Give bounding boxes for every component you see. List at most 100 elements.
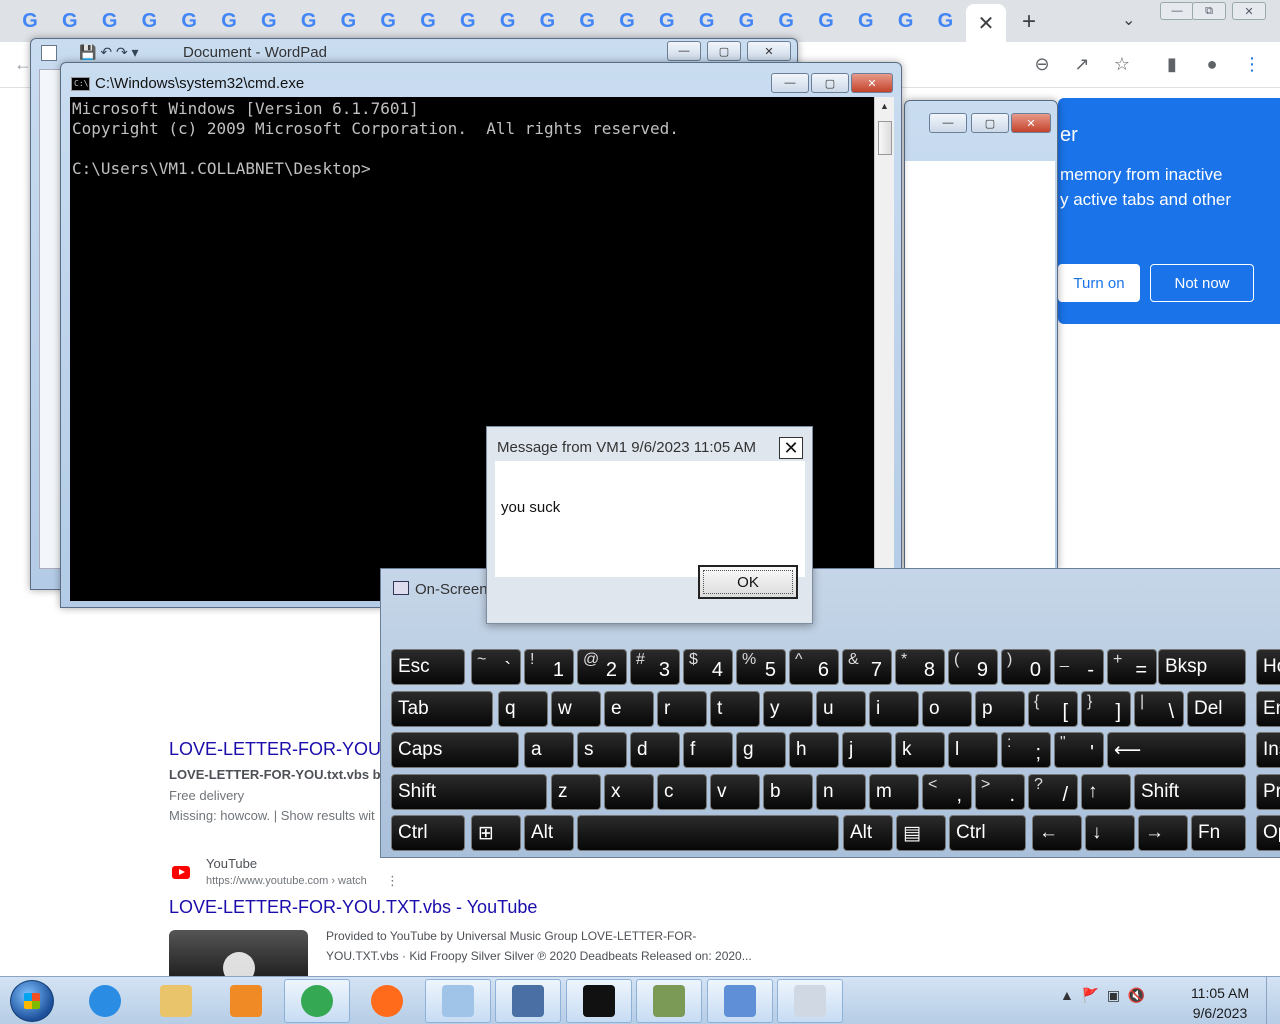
osk-key[interactable]: " ': [1054, 732, 1104, 768]
video-thumbnail[interactable]: [169, 930, 308, 976]
osk-key[interactable]: w: [551, 691, 601, 727]
chrome-tab[interactable]: G: [892, 8, 920, 34]
osk-key[interactable]: u: [816, 691, 866, 727]
osk-key[interactable]: k: [895, 732, 945, 768]
osk-key[interactable]: t: [710, 691, 760, 727]
zoom-out-icon[interactable]: ⊖: [1030, 52, 1054, 76]
osk-key[interactable]: g: [736, 732, 786, 768]
osk-key[interactable]: >.: [975, 774, 1025, 810]
chrome-tab[interactable]: G: [732, 8, 760, 34]
osk-key[interactable]: % 5: [736, 649, 786, 685]
wordpad-minimize-button[interactable]: —: [667, 41, 701, 61]
osk-key[interactable]: ⟵: [1107, 732, 1246, 768]
chrome-tab[interactable]: G: [573, 8, 601, 34]
taskbar-button[interactable]: [636, 979, 702, 1023]
taskbar-button[interactable]: [424, 979, 491, 1023]
ok-button[interactable]: OK: [698, 565, 798, 599]
chrome-tab[interactable]: G: [772, 8, 800, 34]
bg-window-close[interactable]: ✕: [1011, 113, 1051, 133]
wordpad-maximize-button[interactable]: ▢: [707, 41, 741, 61]
chrome-tab[interactable]: G: [454, 8, 482, 34]
chrome-tab[interactable]: G: [96, 8, 124, 34]
osk-key[interactable]: e: [604, 691, 654, 727]
osk-key[interactable]: Ctrl: [391, 815, 465, 851]
osk-key[interactable]: Shift: [391, 774, 547, 810]
cmd-scroll-thumb[interactable]: [878, 121, 892, 155]
chrome-minimize-button[interactable]: —: [1160, 2, 1194, 20]
bg-window-maximize[interactable]: ▢: [971, 113, 1009, 133]
clock[interactable]: 11:05 AM 9/6/2023: [1182, 983, 1258, 1023]
osk-key[interactable]: ? /: [1028, 774, 1078, 810]
osk-key[interactable]: j: [842, 732, 892, 768]
osk-key[interactable]: Fn: [1191, 815, 1246, 851]
osk-key[interactable]: p: [975, 691, 1025, 727]
osk-key[interactable]: ⊞: [471, 815, 521, 851]
scroll-up-icon[interactable]: ▲: [880, 101, 889, 111]
osk-key[interactable]: ▤: [896, 815, 946, 851]
taskbar-button[interactable]: [213, 979, 279, 1023]
osk-key[interactable]: [577, 815, 839, 851]
osk-key[interactable]: c: [657, 774, 707, 810]
chrome-tab[interactable]: G: [812, 8, 840, 34]
osk-key[interactable]: ~ `: [471, 649, 521, 685]
taskbar-button[interactable]: [777, 979, 843, 1023]
osk-key[interactable]: $4: [683, 649, 733, 685]
osk-key[interactable]: Shift: [1134, 774, 1246, 810]
osk-key[interactable]: n: [816, 774, 866, 810]
osk-key[interactable]: Ho: [1256, 649, 1280, 685]
osk-key[interactable]: ! 1: [524, 649, 574, 685]
chrome-tab[interactable]: G: [613, 8, 641, 34]
chrome-close-button[interactable]: ✕: [1232, 2, 1266, 20]
osk-key[interactable]: Pr: [1256, 774, 1280, 810]
cmd-scrollbar[interactable]: ▲: [874, 97, 894, 601]
taskbar-button[interactable]: [72, 979, 138, 1023]
chrome-tab[interactable]: G: [414, 8, 442, 34]
taskbar-button[interactable]: [565, 979, 632, 1023]
chrome-tab[interactable]: G: [693, 8, 721, 34]
osk-key[interactable]: h: [789, 732, 839, 768]
osk-key[interactable]: Alt: [524, 815, 574, 851]
osk-key[interactable]: | \: [1134, 691, 1184, 727]
osk-key[interactable]: ↑: [1081, 774, 1131, 810]
osk-key[interactable]: En: [1256, 691, 1280, 727]
osk-key[interactable]: Caps: [391, 732, 519, 768]
osk-key[interactable]: * 8: [895, 649, 945, 685]
chrome-tab[interactable]: G: [653, 8, 681, 34]
result2-url[interactable]: https://www.youtube.com › watch: [206, 875, 367, 887]
taskbar-button[interactable]: [354, 979, 420, 1023]
cmd-minimize-button[interactable]: —: [771, 73, 809, 93]
osk-key[interactable]: #3: [630, 649, 680, 685]
osk-key[interactable]: a: [524, 732, 574, 768]
chrome-tab[interactable]: G: [215, 8, 243, 34]
system-tray[interactable]: ▲ 🚩 ▣ 🔇: [1060, 987, 1145, 1004]
turn-on-button[interactable]: Turn on: [1058, 264, 1140, 302]
chrome-tab[interactable]: G: [56, 8, 84, 34]
osk-key[interactable]: q: [498, 691, 548, 727]
chrome-tab[interactable]: G: [175, 8, 203, 34]
bg-window-minimize[interactable]: —: [929, 113, 967, 133]
quick-access-toolbar[interactable]: 💾 ↶ ↷ ▾: [79, 44, 139, 61]
osk-key[interactable]: o: [922, 691, 972, 727]
osk-key[interactable]: Ctrl: [949, 815, 1026, 851]
osk-key[interactable]: Tab: [391, 691, 493, 727]
active-tab-close[interactable]: ✕: [966, 4, 1006, 42]
osk-key[interactable]: :;: [1001, 732, 1051, 768]
result2-title[interactable]: LOVE-LETTER-FOR-YOU.TXT.vbs - YouTube: [169, 897, 537, 918]
osk-key[interactable]: {[: [1028, 691, 1078, 727]
osk-key[interactable]: ↓: [1085, 815, 1135, 851]
more-options-icon[interactable]: ⋮: [386, 873, 399, 889]
taskbar-button[interactable]: [706, 979, 773, 1023]
chrome-tab[interactable]: G: [852, 8, 880, 34]
chrome-tab[interactable]: G: [931, 8, 959, 34]
osk-key[interactable]: @2: [577, 649, 627, 685]
chrome-tab[interactable]: G: [494, 8, 522, 34]
osk-key[interactable]: r: [657, 691, 707, 727]
osk-key[interactable]: b: [763, 774, 813, 810]
osk-key[interactable]: ^ 6: [789, 649, 839, 685]
osk-key[interactable]: i: [869, 691, 919, 727]
osk-key[interactable]: s: [577, 732, 627, 768]
osk-key[interactable]: y: [763, 691, 813, 727]
bookmark-star-icon[interactable]: ☆: [1110, 52, 1134, 76]
chrome-maximize-button[interactable]: ⧉: [1192, 2, 1226, 20]
chrome-tab[interactable]: G: [533, 8, 561, 34]
